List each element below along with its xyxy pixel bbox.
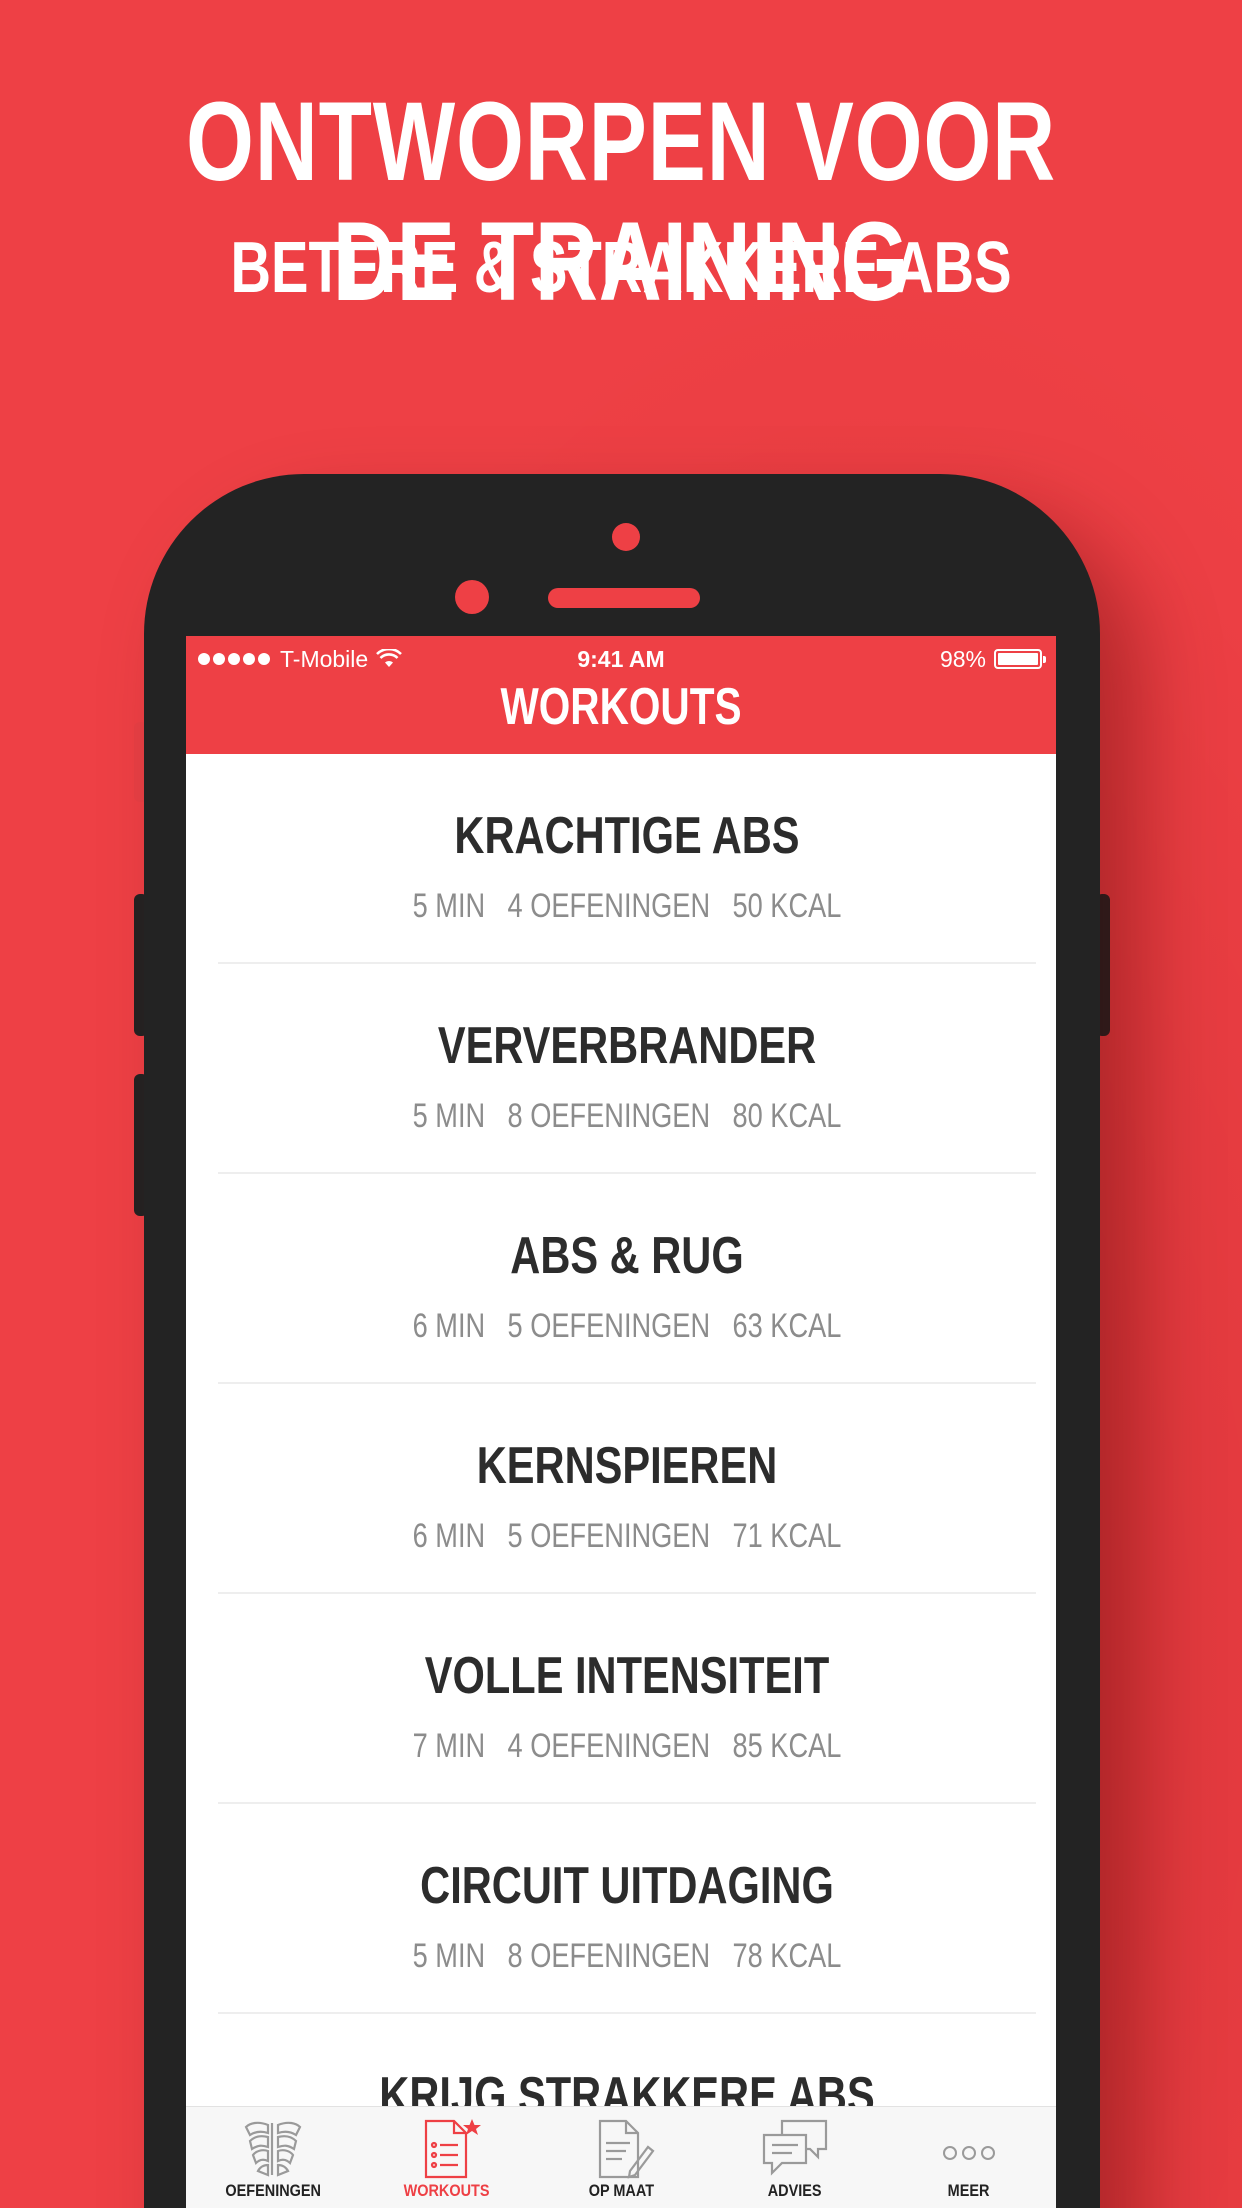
workout-title: VERVERBRANDER xyxy=(437,1017,817,1075)
workout-row-ververbrander[interactable]: VERVERBRANDER 5 MIN 8 OEFENINGEN 80 KCAL xyxy=(218,964,1036,1174)
tab-label: OP MAAT xyxy=(588,2181,654,2200)
tab-meer[interactable]: MEER xyxy=(882,2107,1056,2208)
abs-icon xyxy=(244,2121,302,2177)
workout-exercises: 4 OEFENINGEN xyxy=(507,887,711,925)
tab-workouts[interactable]: WORKOUTS xyxy=(360,2107,534,2208)
workout-calories: 78 KCAL xyxy=(732,1937,842,1975)
promo-subheadline: BETERE & STRAKKERE ABS xyxy=(230,228,1012,308)
workout-title: KRACHTIGE ABS xyxy=(454,807,800,865)
workout-duration: 5 MIN xyxy=(412,887,486,925)
tab-oefeningen[interactable]: OEFENINGEN xyxy=(186,2107,360,2208)
chat-bubbles-icon xyxy=(762,2119,828,2176)
edit-document-icon xyxy=(598,2119,655,2179)
app-header: T-Mobile 9:41 AM 98% WORKOUTS xyxy=(186,636,1056,754)
workout-calories: 50 KCAL xyxy=(732,887,842,925)
workout-exercises: 5 OEFENINGEN xyxy=(507,1307,711,1345)
workout-duration: 5 MIN xyxy=(412,1097,486,1135)
workout-meta: 7 MIN 4 OEFENINGEN 85 KCAL xyxy=(300,1726,954,1766)
workout-exercises: 5 OEFENINGEN xyxy=(507,1517,711,1555)
workout-exercises: 8 OEFENINGEN xyxy=(507,1937,711,1975)
workout-title: VOLLE INTENSITEIT xyxy=(424,1647,830,1705)
tab-op-maat[interactable]: OP MAAT xyxy=(534,2107,708,2208)
workout-duration: 6 MIN xyxy=(412,1307,486,1345)
tab-bar: OEFENINGEN WORKOUTS OP MAAT ADVIES MEER xyxy=(186,2106,1056,2208)
earpiece-speaker xyxy=(548,588,700,608)
workout-row-krachtige-abs[interactable]: KRACHTIGE ABS 5 MIN 4 OEFENINGEN 50 KCAL xyxy=(218,754,1036,964)
phone-screen: T-Mobile 9:41 AM 98% WORKOUTS KRACHTIGE … xyxy=(186,636,1056,2208)
workout-meta: 6 MIN 5 OEFENINGEN 71 KCAL xyxy=(300,1516,954,1556)
battery-icon xyxy=(994,649,1046,669)
workout-meta: 5 MIN 8 OEFENINGEN 78 KCAL xyxy=(300,1936,954,1976)
status-time: 9:41 AM xyxy=(577,646,665,672)
workout-title: KERNSPIEREN xyxy=(476,1437,778,1495)
workout-row-abs-rug[interactable]: ABS & RUG 6 MIN 5 OEFENINGEN 63 KCAL xyxy=(218,1174,1036,1384)
more-icon xyxy=(943,2146,995,2160)
workout-calories: 71 KCAL xyxy=(732,1517,842,1555)
page-title: WORKOUTS xyxy=(500,678,742,736)
proximity-sensor xyxy=(455,580,489,614)
workout-title: ABS & RUG xyxy=(510,1227,744,1285)
workout-meta: 5 MIN 8 OEFENINGEN 80 KCAL xyxy=(300,1096,954,1136)
tab-label: MEER xyxy=(948,2181,990,2200)
workout-row-volle-intensiteit[interactable]: VOLLE INTENSITEIT 7 MIN 4 OEFENINGEN 85 … xyxy=(218,1594,1036,1804)
battery-percent: 98% xyxy=(939,646,986,672)
workout-calories: 85 KCAL xyxy=(732,1727,842,1765)
workout-list[interactable]: KRACHTIGE ABS 5 MIN 4 OEFENINGEN 50 KCAL… xyxy=(186,754,1056,2208)
workout-exercises: 8 OEFENINGEN xyxy=(507,1097,711,1135)
workout-row-circuit-uitdaging[interactable]: CIRCUIT UITDAGING 5 MIN 8 OEFENINGEN 78 … xyxy=(218,1804,1036,2014)
workout-meta: 5 MIN 4 OEFENINGEN 50 KCAL xyxy=(300,886,954,926)
tab-label: OEFENINGEN xyxy=(225,2181,321,2200)
status-battery: 98% xyxy=(939,644,1046,674)
tab-advies[interactable]: ADVIES xyxy=(708,2107,882,2208)
tab-label: ADVIES xyxy=(768,2181,822,2200)
workout-exercises: 4 OEFENINGEN xyxy=(507,1727,711,1765)
workout-duration: 5 MIN xyxy=(412,1937,486,1975)
workout-calories: 80 KCAL xyxy=(732,1097,842,1135)
checklist-icon xyxy=(424,2119,481,2179)
workout-duration: 6 MIN xyxy=(412,1517,486,1555)
workout-meta: 6 MIN 5 OEFENINGEN 63 KCAL xyxy=(300,1306,954,1346)
workout-calories: 63 KCAL xyxy=(732,1307,842,1345)
tab-label: WORKOUTS xyxy=(404,2181,490,2200)
workout-row-kernspieren[interactable]: KERNSPIEREN 6 MIN 5 OEFENINGEN 71 KCAL xyxy=(218,1384,1036,1594)
workout-duration: 7 MIN xyxy=(412,1727,486,1765)
workout-title: CIRCUIT UITDAGING xyxy=(420,1857,834,1915)
front-camera xyxy=(612,523,640,551)
